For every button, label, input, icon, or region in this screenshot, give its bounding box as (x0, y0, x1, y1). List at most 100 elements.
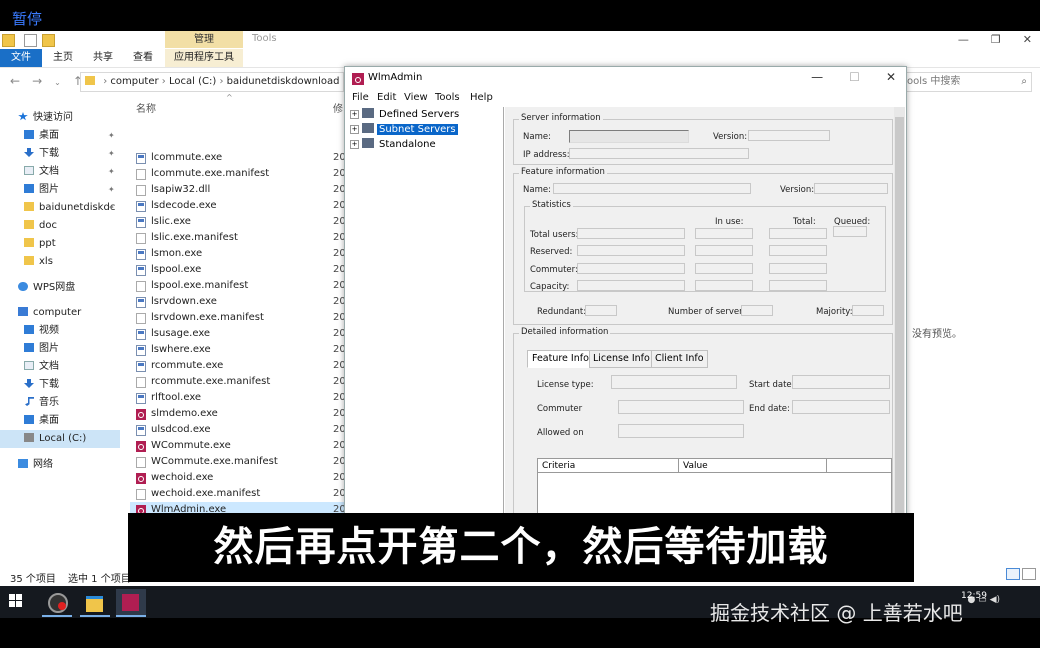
wlmadmin-titlebar[interactable]: WlmAdmin — ☐ ✕ (345, 67, 906, 89)
sidebar-item-label: 快速访问 (33, 112, 73, 123)
details-view-icon[interactable] (1006, 568, 1020, 580)
sidebar-item[interactable]: 音乐 (0, 394, 120, 412)
manage-context-tab[interactable]: 管理 (165, 31, 243, 48)
file-row[interactable]: ulsdcod.exe 20 (130, 422, 346, 438)
sidebar-item[interactable]: WPS网盘 (0, 279, 120, 297)
tab-feature-info[interactable]: Feature Info (527, 350, 594, 368)
file-row[interactable]: wechoid.exe 20 (130, 470, 346, 486)
tab-view[interactable]: 查看 (126, 49, 160, 67)
sidebar-item[interactable]: Local (C:) (0, 430, 120, 448)
column-header-criteria[interactable]: Criteria (538, 459, 679, 473)
minimize-icon[interactable]: — (958, 33, 969, 46)
menu-help[interactable]: Help (470, 92, 493, 103)
file-row[interactable]: lsdecode.exe 20 (130, 198, 346, 214)
restore-icon[interactable]: ❐ (991, 33, 1001, 46)
file-row[interactable]: slmdemo.exe 20 (130, 406, 346, 422)
sidebar-item[interactable]: 桌面 (0, 412, 120, 430)
sidebar-item[interactable]: doc (0, 217, 120, 235)
file-row[interactable]: lcommute.exe 20 (130, 150, 346, 166)
tree-node-subnet-servers[interactable]: + Subnet Servers (350, 123, 458, 137)
sidebar-item[interactable]: 下载 (0, 376, 120, 394)
sidebar-item[interactable]: 图片 ✦ (0, 181, 120, 199)
column-header-value[interactable]: Value (679, 459, 827, 473)
pin-icon[interactable]: ✦ (108, 199, 115, 217)
taskbar-app-explorer[interactable] (80, 589, 110, 617)
file-row[interactable]: rcommute.exe 20 (130, 358, 346, 374)
details-scrollbar[interactable] (894, 107, 905, 521)
file-row[interactable]: WCommute.exe.manifest 20 (130, 454, 346, 470)
clock[interactable]: 12:59 (961, 590, 987, 602)
file-row[interactable]: lslic.exe 20 (130, 214, 346, 230)
sidebar-item[interactable]: 图片 (0, 340, 120, 358)
breadcrumb-baidunetdisk[interactable]: baidunetdiskdownload (227, 76, 340, 87)
scrollbar-thumb[interactable] (895, 117, 904, 513)
breadcrumb-local-c[interactable]: Local (C:) (169, 76, 216, 87)
menu-tools[interactable]: Tools (435, 92, 460, 103)
server-name-label: Name: (523, 132, 551, 142)
sidebar-item[interactable]: computer (0, 304, 120, 322)
file-row[interactable]: rcommute.exe.manifest 20 (130, 374, 346, 390)
forward-icon[interactable]: → (32, 74, 42, 88)
sidebar-item[interactable]: 文档 (0, 358, 120, 376)
close-icon[interactable]: ✕ (1023, 33, 1032, 46)
back-icon[interactable]: ← (10, 74, 20, 88)
file-row[interactable]: lspool.exe 20 (130, 262, 346, 278)
expand-icon[interactable]: + (350, 140, 359, 149)
expand-icon[interactable]: + (350, 110, 359, 119)
menu-file[interactable]: File (352, 92, 369, 103)
file-row[interactable]: lswhere.exe 20 (130, 342, 346, 358)
file-row[interactable]: lsrvdown.exe.manifest 20 (130, 310, 346, 326)
sidebar-item[interactable]: baidunetdiskdc ✦ (0, 199, 120, 217)
properties-icon[interactable] (24, 34, 37, 47)
sidebar-item[interactable]: 快速访问 (0, 109, 120, 127)
taskbar-app-recorder[interactable] (42, 589, 72, 617)
address-bar[interactable]: › computer › Local (C:) › baidunetdiskdo… (80, 72, 344, 92)
sidebar-item[interactable]: 下载 ✦ (0, 145, 120, 163)
file-row[interactable]: lsmon.exe 20 (130, 246, 346, 262)
breadcrumb-computer[interactable]: computer (110, 76, 158, 87)
sidebar-item[interactable]: 文档 ✦ (0, 163, 120, 181)
sidebar-item[interactable]: xls (0, 253, 120, 271)
tab-license-info[interactable]: License Info (589, 350, 654, 368)
windows-start-icon[interactable] (9, 594, 23, 608)
tab-home[interactable]: 主页 (46, 49, 80, 67)
minimize-icon[interactable]: — (811, 70, 823, 84)
expand-icon[interactable]: + (350, 125, 359, 134)
pin-icon[interactable]: ✦ (108, 181, 115, 199)
taskbar-app-wlmadmin[interactable] (116, 589, 146, 617)
pause-label[interactable]: 暂停 (12, 8, 42, 29)
tab-client-info[interactable]: Client Info (651, 350, 708, 368)
sidebar-item[interactable]: 桌面 ✦ (0, 127, 120, 145)
column-header-modified[interactable]: 修 (333, 100, 343, 115)
search-input[interactable]: ools 中搜索 ⌕ (904, 72, 1032, 92)
sidebar-item[interactable]: ppt (0, 235, 120, 253)
maximize-icon[interactable]: ☐ (849, 70, 860, 84)
tree-node-defined-servers[interactable]: + Defined Servers (350, 108, 461, 122)
tree-node-standalone[interactable]: + Standalone (350, 138, 438, 152)
file-row[interactable]: lslic.exe.manifest 20 (130, 230, 346, 246)
close-icon[interactable]: ✕ (886, 70, 896, 84)
file-row[interactable]: lsapiw32.dll 20 (130, 182, 346, 198)
tab-application-tools[interactable]: 应用程序工具 (165, 49, 243, 67)
file-row[interactable]: lsusage.exe 20 (130, 326, 346, 342)
pin-icon[interactable]: ✦ (108, 127, 115, 145)
menu-view[interactable]: View (404, 92, 428, 103)
file-row[interactable]: WCommute.exe 20 (130, 438, 346, 454)
file-row[interactable]: lspool.exe.manifest 20 (130, 278, 346, 294)
volume-icon[interactable]: ◀) (990, 595, 1000, 605)
pin-icon[interactable]: ✦ (108, 145, 115, 163)
sidebar-item[interactable]: 视频 (0, 322, 120, 340)
file-row[interactable]: lsrvdown.exe 20 (130, 294, 346, 310)
file-row[interactable]: lcommute.exe.manifest 20 (130, 166, 346, 182)
tab-share[interactable]: 共享 (86, 49, 120, 67)
file-row[interactable]: rlftool.exe 20 (130, 390, 346, 406)
pin-icon[interactable]: ✦ (108, 163, 115, 181)
menu-edit[interactable]: Edit (377, 92, 396, 103)
large-icons-view-icon[interactable] (1022, 568, 1036, 580)
dropdown-icon[interactable]: ⌄ (54, 78, 61, 87)
tab-file[interactable]: 文件 (0, 49, 42, 67)
sidebar-item[interactable]: 网络 (0, 456, 120, 474)
new-folder-icon[interactable] (42, 34, 55, 47)
file-row[interactable]: wechoid.exe.manifest 20 (130, 486, 346, 502)
column-header-name[interactable]: 名称 (136, 100, 156, 115)
